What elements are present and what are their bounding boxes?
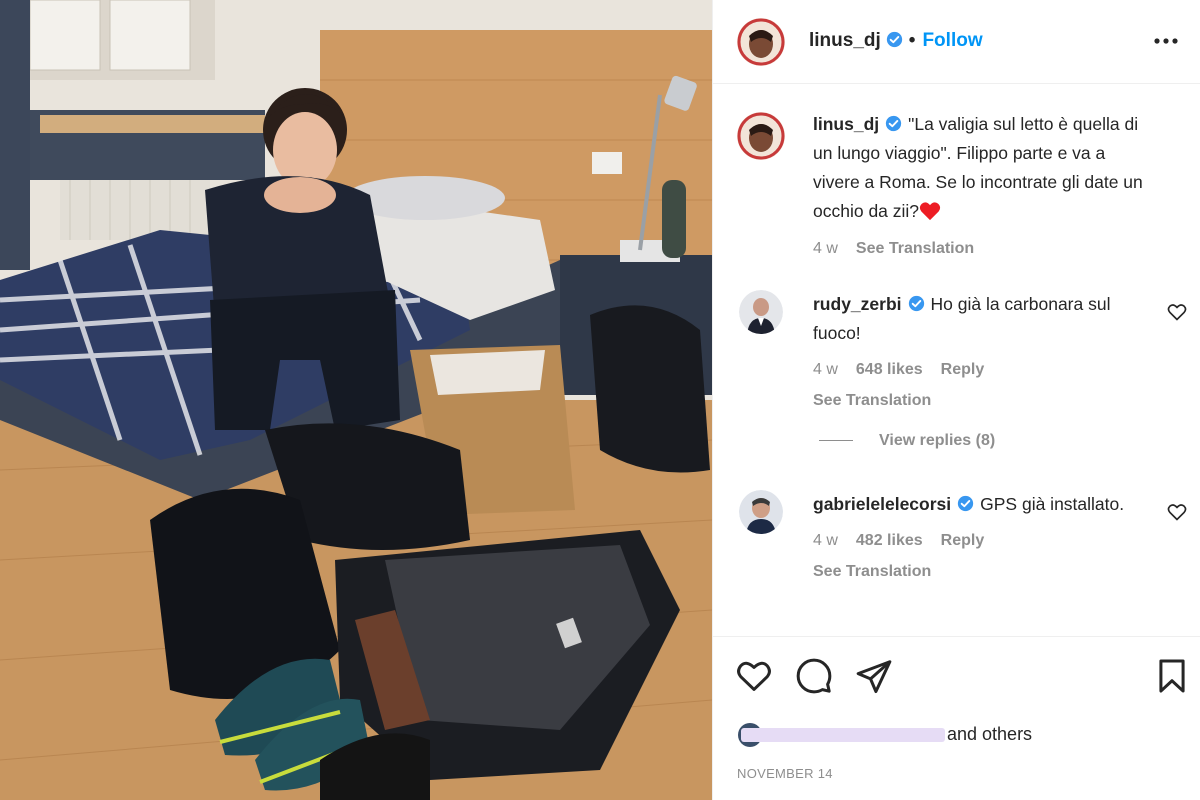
commenter-username[interactable]: rudy_zerbi (813, 294, 902, 314)
comment-likes[interactable]: 648 likes (856, 361, 923, 378)
header-separator: • (908, 30, 916, 51)
comment-likes[interactable]: 482 likes (856, 532, 923, 549)
post-actions-bar (713, 636, 1200, 716)
comment-text: GPS già installato. (980, 494, 1125, 514)
commenter-avatar[interactable] (739, 490, 783, 534)
caption-avatar[interactable] (737, 112, 785, 160)
comment-heart-icon[interactable] (1167, 502, 1187, 522)
author-username[interactable]: linus_dj (809, 30, 881, 51)
verified-badge-icon (908, 295, 924, 312)
post-image (0, 0, 712, 800)
comment-meta: 4 w 482 likes Reply (813, 526, 1153, 555)
comment-reply-button[interactable]: Reply (941, 361, 985, 378)
verified-badge-icon (886, 31, 902, 48)
caption-time: 4 w (813, 240, 838, 257)
commenter-avatar[interactable] (739, 290, 783, 334)
comment-time: 4 w (813, 361, 838, 378)
bookmark-icon[interactable] (1153, 657, 1191, 695)
caption-body: linus_dj "La valigia sul letto è quella d… (813, 110, 1153, 263)
likes-summary[interactable]: and others (737, 720, 1177, 750)
comment-meta: 4 w 648 likes Reply (813, 355, 1153, 384)
comment-see-translation[interactable]: See Translation (813, 557, 1153, 586)
verified-badge-icon (957, 495, 974, 512)
more-options-icon[interactable] (1153, 30, 1179, 52)
header-user-line: linus_dj • Follow (809, 30, 983, 52)
red-heart-icon (919, 202, 941, 221)
verified-badge-icon (885, 115, 902, 132)
caption-meta: 4 w See Translation (813, 234, 1153, 263)
comment-bubble-icon[interactable] (795, 657, 833, 695)
comment-heart-icon[interactable] (1167, 302, 1187, 322)
post-sidebar: linus_dj • Follow linus_dj "La valigia sul … (712, 0, 1200, 800)
comment-body: gabrielelelecorsi GPS già installato. 4 w… (813, 490, 1153, 586)
replies-divider (819, 440, 853, 442)
comment-body: rudy_zerbi Ho già la carbonara sul fuoco!… (813, 290, 1153, 415)
comment-reply-button[interactable]: Reply (941, 532, 985, 549)
likes-others-text: and others (947, 724, 1033, 744)
caption-username[interactable]: linus_dj (813, 114, 879, 134)
liker-names-redacted (741, 728, 945, 742)
post-photo[interactable] (0, 0, 712, 800)
view-replies-button[interactable]: View replies (8) (819, 432, 995, 450)
follow-button[interactable]: Follow (922, 30, 982, 51)
like-heart-icon[interactable] (735, 657, 773, 695)
author-avatar[interactable] (737, 18, 785, 66)
post-date: NOVEMBER 14 (737, 766, 833, 781)
post-header: linus_dj • Follow (713, 0, 1200, 84)
share-send-icon[interactable] (855, 657, 893, 695)
caption-see-translation[interactable]: See Translation (856, 240, 974, 257)
view-replies-label: View replies (8) (879, 432, 996, 449)
comment-see-translation[interactable]: See Translation (813, 386, 1153, 415)
comment-time: 4 w (813, 532, 838, 549)
commenter-username[interactable]: gabrielelelecorsi (813, 494, 951, 514)
